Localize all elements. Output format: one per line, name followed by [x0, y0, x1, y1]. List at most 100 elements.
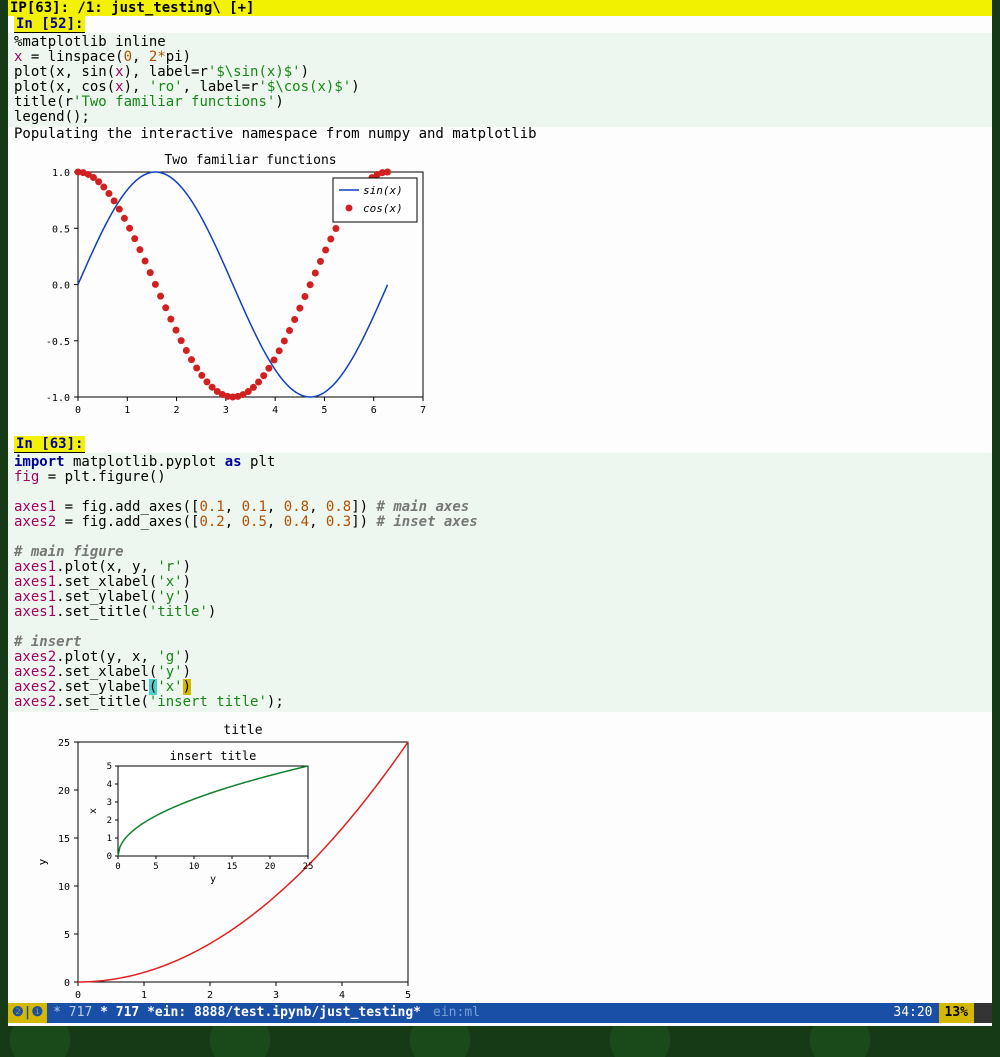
code-token: 0.4 — [284, 514, 309, 530]
code-token: 'ro' — [149, 79, 183, 95]
svg-text:2: 2 — [207, 990, 213, 1001]
svg-text:5: 5 — [405, 990, 411, 1001]
code-comment: # main axes — [368, 499, 469, 515]
code-token: axes1 — [14, 604, 56, 620]
scroll-percent: 13% — [939, 1003, 974, 1023]
code-token: matplotlib.pyplot — [65, 454, 225, 470]
svg-text:cos(x): cos(x) — [363, 202, 403, 215]
code-token: ) — [183, 559, 191, 575]
code-token: ) — [275, 94, 283, 110]
code-token: ) — [183, 574, 191, 590]
code-token: .set_title( — [56, 694, 149, 710]
code-cell-63[interactable]: import matplotlib.pyplot as plt fig = pl… — [8, 453, 992, 712]
code-token: import — [14, 454, 65, 470]
stdout-text: Populating the interactive namespace fro… — [8, 127, 992, 142]
tab-bar[interactable]: IP[63]: /1: just_testing\ [+] — [8, 0, 992, 16]
chart-title-with-inset: title0123450510152025xyinsert title05101… — [28, 722, 418, 1012]
svg-text:15: 15 — [58, 834, 70, 845]
svg-text:5: 5 — [153, 862, 158, 872]
code-token: fig — [14, 469, 39, 485]
svg-text:3: 3 — [107, 798, 112, 808]
code-token: ) — [208, 604, 216, 620]
code-token: as — [225, 454, 242, 470]
code-token: 'x' — [157, 574, 182, 590]
code-comment: # main figure — [14, 544, 124, 560]
buffer-name: * 717 * 717 *ein: 8888/test.ipynb/just_t… — [47, 1003, 427, 1023]
mode-line-indicators: ❷|❶ — [8, 1003, 47, 1023]
code-token: , — [309, 499, 326, 515]
code-token: axes1 — [14, 559, 56, 575]
code-line: %matplotlib inline — [14, 34, 166, 50]
svg-text:7: 7 — [420, 405, 426, 416]
code-token: ]) — [351, 514, 368, 530]
svg-text:Two familiar functions: Two familiar functions — [164, 153, 336, 168]
cell-prompt-63: In [63]: — [14, 436, 85, 453]
code-token: plt — [242, 454, 276, 470]
plot-output-1: Two familiar functions01234567-1.0-0.50.… — [8, 142, 992, 436]
code-token: 'x' — [157, 679, 182, 695]
code-token: ) — [301, 64, 309, 80]
svg-text:1: 1 — [107, 834, 112, 844]
code-token: , — [267, 499, 284, 515]
cell-prompt-52: In [52]: — [14, 16, 85, 33]
code-token: , — [267, 514, 284, 530]
code-token: axes2 — [14, 679, 56, 695]
code-token: 'title' — [149, 604, 208, 620]
code-token: '$\cos(x)$' — [258, 79, 351, 95]
svg-text:y: y — [210, 874, 216, 885]
code-token: ), label=r — [124, 64, 208, 80]
svg-text:4: 4 — [107, 780, 112, 790]
svg-text:0.0: 0.0 — [52, 281, 70, 292]
code-token: 'r' — [157, 559, 182, 575]
svg-text:5: 5 — [107, 762, 112, 772]
code-token: .plot(x, y, — [56, 559, 157, 575]
code-token: .set_xlabel( — [56, 574, 157, 590]
svg-text:1: 1 — [124, 405, 130, 416]
code-token: ) — [351, 79, 359, 95]
code-comment: # inset axes — [368, 514, 478, 530]
svg-text:4: 4 — [272, 405, 278, 416]
code-token: = fig.add_axes([ — [56, 499, 199, 515]
code-token: , label=r — [183, 79, 259, 95]
mode-line-end — [974, 1003, 992, 1023]
svg-text:15: 15 — [227, 862, 238, 872]
code-token: = linspace( — [22, 49, 123, 65]
chart-two-familiar-functions: Two familiar functions01234567-1.0-0.50.… — [28, 152, 428, 422]
code-token: axes2 — [14, 514, 56, 530]
code-token: 'insert title' — [149, 694, 267, 710]
code-token: .set_xlabel( — [56, 664, 157, 680]
code-token: .set_title( — [56, 604, 149, 620]
svg-text:insert title: insert title — [170, 749, 257, 763]
code-token: , — [225, 499, 242, 515]
svg-text:10: 10 — [58, 882, 70, 893]
code-token: .set_ylabel — [56, 679, 149, 695]
code-token: axes1 — [14, 574, 56, 590]
code-token: 0.8 — [284, 499, 309, 515]
svg-text:20: 20 — [58, 786, 70, 797]
code-token: plot(x, sin( — [14, 64, 115, 80]
code-token: axes2 — [14, 664, 56, 680]
cell-2: In [63]: import matplotlib.pyplot as plt… — [8, 436, 992, 1026]
code-token: axes2 — [14, 694, 56, 710]
code-token: axes1 — [14, 589, 56, 605]
code-token: ) — [183, 589, 191, 605]
code-token: , — [225, 514, 242, 530]
code-token: axes1 — [14, 499, 56, 515]
svg-text:5: 5 — [321, 405, 327, 416]
code-token: axes2 — [14, 649, 56, 665]
major-mode: ein:ml — [427, 1003, 486, 1023]
code-cell-52[interactable]: %matplotlib inline x = linspace(0, 2*pi)… — [8, 33, 992, 127]
cursor: ) — [183, 679, 191, 695]
code-token: ); — [267, 694, 284, 710]
svg-text:25: 25 — [303, 862, 314, 872]
code-token: title(r — [14, 94, 73, 110]
code-token: legend(); — [14, 109, 90, 125]
svg-text:0: 0 — [115, 862, 120, 872]
svg-text:3: 3 — [223, 405, 229, 416]
code-token: .set_ylabel( — [56, 589, 157, 605]
svg-text:0: 0 — [64, 978, 70, 989]
code-token: = plt.figure() — [39, 469, 165, 485]
svg-text:1.0: 1.0 — [52, 168, 70, 179]
svg-text:y: y — [36, 858, 49, 865]
code-token: 'g' — [157, 649, 182, 665]
